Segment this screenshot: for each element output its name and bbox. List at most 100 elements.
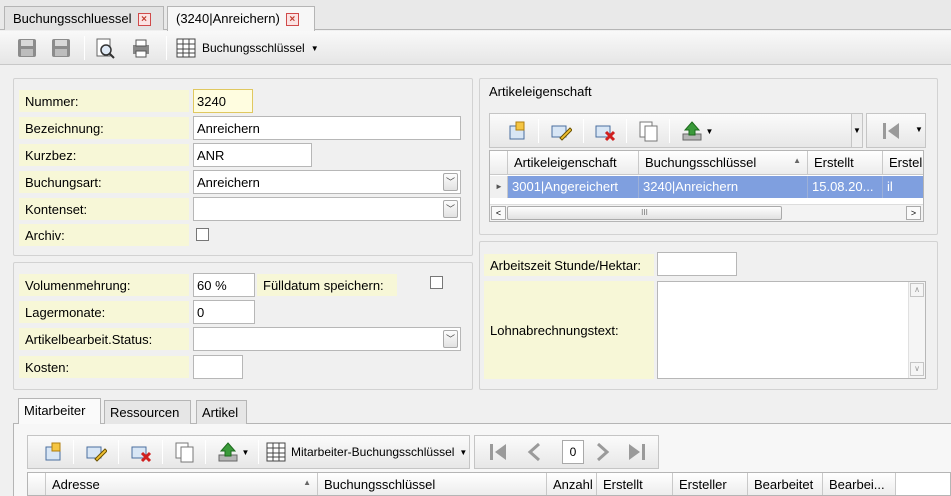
- edit-icon: [551, 125, 572, 141]
- tab-mitarbeiter[interactable]: Mitarbeiter: [18, 398, 101, 424]
- delete-record-button[interactable]: [128, 439, 154, 465]
- column-header[interactable]: Buchungsschlüssel ▲: [639, 151, 808, 175]
- lagermonate-input[interactable]: 0: [193, 300, 255, 324]
- mitarbeiter-buchungsschluessel-dropdown[interactable]: Mitarbeiter-Buchungsschlüssel ▼: [266, 441, 467, 463]
- column-header[interactable]: Erstel: [883, 151, 923, 175]
- dropdown-label: Buchungsschlüssel: [202, 41, 305, 55]
- buchungsart-select[interactable]: Anreichern ﹀: [193, 170, 461, 194]
- close-icon[interactable]: ×: [285, 13, 299, 26]
- table-cell: 3240|Anreichern: [639, 176, 808, 198]
- nummer-label: Nummer:: [19, 90, 189, 112]
- scroll-thumb[interactable]: III: [507, 206, 782, 220]
- toolbar-separator: [84, 36, 85, 60]
- column-header[interactable]: Erstellt: [808, 151, 883, 175]
- table-cell: il: [887, 179, 893, 194]
- volumenmehrung-input[interactable]: 60 %: [193, 273, 255, 297]
- toolbar-separator: [166, 36, 167, 60]
- close-icon[interactable]: ×: [137, 13, 151, 26]
- chevron-down-icon[interactable]: ﹀: [443, 330, 458, 348]
- previous-record-button[interactable]: [522, 439, 548, 465]
- chevron-down-icon: ▼: [241, 447, 250, 457]
- table-cell: 3001|Angereichert: [508, 176, 639, 198]
- kontenset-label: Kontenset:: [19, 198, 189, 220]
- copy-icon: [175, 442, 194, 463]
- edit-record-button[interactable]: [83, 439, 109, 465]
- upload-icon: [682, 121, 702, 141]
- buchungsart-label: Buchungsart:: [19, 171, 189, 193]
- sort-ascending-icon: ▲: [793, 156, 801, 165]
- tab-ressourcen[interactable]: Ressourcen: [104, 400, 191, 424]
- print-preview-icon: [96, 38, 115, 59]
- scroll-right-icon[interactable]: >: [906, 206, 921, 220]
- toolbar-separator: [583, 119, 584, 143]
- export-button[interactable]: ▼: [678, 118, 716, 144]
- print-preview-button[interactable]: [92, 35, 118, 61]
- kurzbez-input[interactable]: ANR: [193, 143, 312, 167]
- new-record-button[interactable]: [40, 439, 66, 465]
- kosten-input[interactable]: [193, 355, 243, 379]
- arbeitszeit-input[interactable]: [657, 252, 737, 276]
- delete-icon: [595, 125, 616, 142]
- last-record-button[interactable]: [624, 439, 650, 465]
- edit-record-button[interactable]: [548, 118, 574, 144]
- column-header[interactable]: Adresse ▲: [46, 473, 318, 495]
- artikeleigenschaft-grid: Artikeleigenschaft Buchungsschlüssel ▲ Er…: [489, 150, 924, 222]
- column-header[interactable]: Bearbeitet: [748, 473, 823, 495]
- column-header[interactable]: Erstellt: [597, 473, 673, 495]
- scroll-left-icon[interactable]: <: [491, 206, 506, 220]
- column-header[interactable]: Bearbei...: [823, 473, 896, 495]
- first-page-icon: [490, 444, 506, 460]
- column-header[interactable]: Anzahl: [547, 473, 597, 495]
- toolbar-separator: [205, 440, 206, 464]
- export-button[interactable]: ▼: [213, 439, 253, 465]
- delete-record-button[interactable]: [592, 118, 618, 144]
- tab-3240-anreichern[interactable]: (3240|Anreichern) ×: [167, 6, 315, 31]
- bezeichnung-input[interactable]: Anreichern: [193, 116, 461, 140]
- copy-button[interactable]: [635, 118, 661, 144]
- grid-corner: [28, 473, 46, 495]
- save-close-button[interactable]: [14, 35, 40, 61]
- lohn-textarea[interactable]: ∧ ∨: [657, 281, 926, 379]
- grid-corner: [490, 151, 508, 175]
- fuelldatum-checkbox[interactable]: [430, 276, 443, 289]
- arbeitszeit-label: Arbeitszeit Stunde/Hektar:: [484, 254, 654, 276]
- scroll-down-icon[interactable]: ∨: [910, 362, 924, 376]
- next-record-button[interactable]: [589, 439, 615, 465]
- scroll-up-icon[interactable]: ∧: [910, 283, 924, 297]
- table-row[interactable]: 3001|Angereichert 3240|Anreichern 15.08.…: [508, 176, 923, 198]
- new-record-button[interactable]: [504, 118, 530, 144]
- buchungsschluessel-dropdown[interactable]: Buchungsschlüssel ▼: [176, 37, 319, 59]
- column-header[interactable]: Ersteller: [673, 473, 748, 495]
- nummer-input[interactable]: 3240: [193, 89, 253, 113]
- chevron-down-icon[interactable]: ﹀: [443, 173, 458, 191]
- chevron-left-icon: [527, 442, 540, 462]
- kontenset-select[interactable]: ﹀: [193, 197, 461, 221]
- artikelstatus-select[interactable]: ﹀: [193, 327, 461, 351]
- lohn-label: Lohnabrechnungstext:: [490, 323, 619, 338]
- archiv-checkbox[interactable]: [196, 228, 209, 241]
- artikeleigenschaft-title: Artikeleigenschaft: [489, 84, 592, 99]
- chevron-down-icon[interactable]: ▼: [913, 113, 925, 148]
- first-record-button[interactable]: [878, 118, 904, 144]
- column-header[interactable]: Buchungsschlüssel: [318, 473, 547, 495]
- tab-artikel[interactable]: Artikel: [196, 400, 247, 424]
- vertical-scrollbar[interactable]: ∧ ∨: [908, 282, 925, 378]
- toolbar-overflow-button[interactable]: ▼: [851, 113, 863, 148]
- toolbar-separator: [118, 440, 119, 464]
- kosten-label: Kosten:: [19, 356, 189, 378]
- print-button[interactable]: [128, 35, 154, 61]
- horizontal-scrollbar[interactable]: < III >: [490, 204, 923, 221]
- save-icon: [52, 39, 70, 57]
- volumenmehrung-label: Volumenmehrung:: [19, 274, 189, 296]
- column-header[interactable]: Artikeleigenschaft: [508, 151, 639, 175]
- page-number-input[interactable]: 0: [562, 440, 584, 464]
- first-record-button[interactable]: [485, 439, 511, 465]
- new-record-icon: [509, 121, 525, 140]
- first-page-icon: [883, 123, 899, 139]
- chevron-down-icon[interactable]: ﹀: [443, 200, 458, 218]
- tab-buchungsschluessel[interactable]: Buchungsschluessel ×: [4, 6, 164, 30]
- copy-button[interactable]: [171, 439, 197, 465]
- grid-icon: [266, 442, 286, 462]
- save-button[interactable]: [48, 35, 74, 61]
- toolbar-separator: [73, 440, 74, 464]
